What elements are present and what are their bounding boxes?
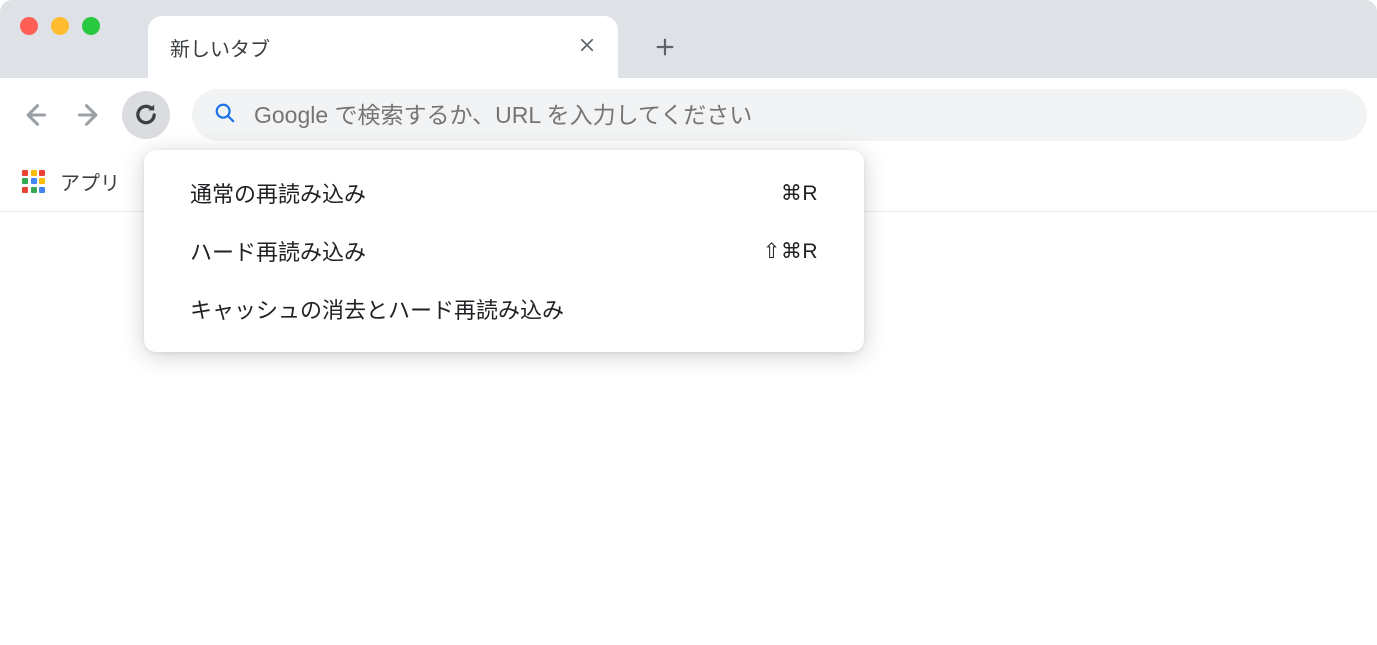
forward-button[interactable] [66,91,114,139]
reload-context-menu: 通常の再読み込み ⌘R ハード再読み込み ⇧⌘R キャッシュの消去とハード再読み… [144,150,864,352]
browser-tab[interactable]: 新しいタブ [148,16,618,78]
menu-item-normal-reload[interactable]: 通常の再読み込み ⌘R [144,164,864,222]
menu-item-shortcut: ⇧⌘R [763,239,818,264]
reload-button[interactable] [122,91,170,139]
menu-item-label: ハード再読み込み [190,235,366,267]
window-maximize-button[interactable] [82,17,100,35]
navigation-toolbar [0,78,1377,152]
window-close-button[interactable] [20,17,38,35]
back-button[interactable] [10,91,58,139]
menu-item-empty-cache-hard-reload[interactable]: キャッシュの消去とハード再読み込み [144,280,864,338]
menu-item-label: キャッシュの消去とハード再読み込み [190,293,564,325]
apps-icon[interactable] [22,170,46,194]
menu-item-hard-reload[interactable]: ハード再読み込み ⇧⌘R [144,222,864,280]
search-icon [214,102,236,129]
close-tab-icon[interactable] [574,29,600,65]
titlebar: 新しいタブ [0,0,1377,78]
window-minimize-button[interactable] [51,17,69,35]
apps-label[interactable]: アプリ [60,167,120,196]
new-tab-button[interactable] [640,22,690,72]
menu-item-label: 通常の再読み込み [190,177,366,209]
address-input[interactable] [254,102,1345,129]
omnibox[interactable] [192,89,1367,141]
menu-item-shortcut: ⌘R [781,181,818,206]
window-controls [0,0,100,78]
tab-title: 新しいタブ [170,33,574,62]
